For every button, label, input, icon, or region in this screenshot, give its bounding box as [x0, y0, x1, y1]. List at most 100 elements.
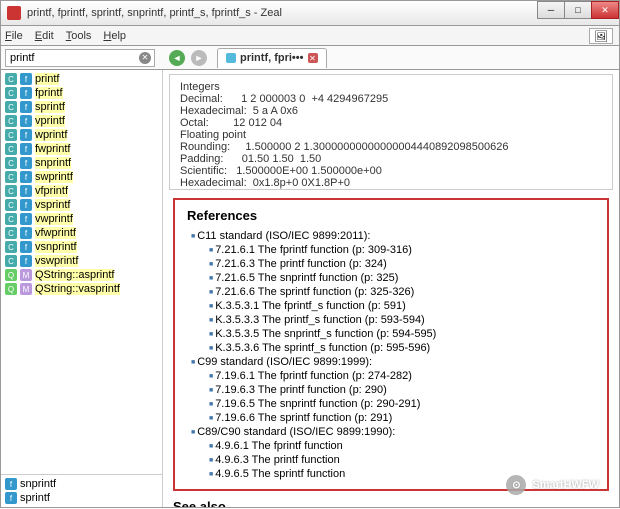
f-icon: f [20, 73, 32, 85]
wechat-icon: ⊙ [506, 475, 526, 495]
item-label: printf [35, 73, 59, 85]
tab-active[interactable]: printf, fpri••• ✕ [217, 48, 327, 68]
content-pane: IntegersDecimal: 1 2 000003 0 +4 4294967… [163, 70, 619, 507]
item-label: snprintf [20, 478, 56, 490]
item-label: vfprintf [35, 185, 68, 197]
ref-item: 7.19.6.5 The snprintf function (p: 290-2… [191, 397, 595, 411]
ref-item: 7.19.6.6 The sprintf function (p: 291) [191, 411, 595, 425]
code-output: IntegersDecimal: 1 2 000003 0 +4 4294967… [169, 74, 613, 190]
list-item[interactable]: Cfwprintf [1, 128, 162, 142]
app-icon [7, 6, 21, 20]
list-item[interactable]: Cffprintf [1, 86, 162, 100]
search-box[interactable]: ✕ [5, 49, 155, 67]
c-icon: C [5, 73, 17, 85]
maximize-button[interactable]: □ [564, 1, 592, 19]
ref-group: C11 standard (ISO/IEC 9899:2011): [191, 229, 595, 243]
watermark: ⊙ SmartHWFW [506, 475, 599, 495]
m-icon: M [20, 269, 32, 281]
window-title: printf, fprintf, sprintf, snprintf, prin… [27, 7, 282, 19]
window-buttons: ─ □ ✕ [538, 1, 619, 19]
list-item[interactable]: fsnprintf [1, 477, 162, 491]
item-label: vsnprintf [35, 241, 77, 253]
list-item[interactable]: fsprintf [1, 491, 162, 505]
ref-item: K.3.5.3.5 The snprintf_s function (p: 59… [191, 327, 595, 341]
ref-item: 7.21.6.5 The snprintf function (p: 325) [191, 271, 595, 285]
list-item[interactable]: Cfvwprintf [1, 212, 162, 226]
list-item[interactable]: QMQString::asprintf [1, 268, 162, 282]
c-icon: C [5, 157, 17, 169]
list-item[interactable]: Cfvswprintf [1, 254, 162, 268]
item-label: vwprintf [35, 213, 73, 225]
item-label: swprintf [35, 171, 73, 183]
list-item[interactable]: Cfvsprintf [1, 198, 162, 212]
f-icon: f [20, 255, 32, 267]
menu-edit[interactable]: Edit [35, 30, 54, 42]
see-also: See also wprintf(C95)fwprintf(C95)swprin… [173, 499, 609, 507]
ref-item: 4.9.6.1 The fprintf function [191, 439, 595, 453]
sidebar: CfprintfCffprintfCfsprintfCfvprintfCfwpr… [1, 70, 163, 507]
list-item[interactable]: Cfsnprintf [1, 156, 162, 170]
item-label: vswprintf [35, 255, 78, 267]
c-icon: C [5, 199, 17, 211]
list-item[interactable]: Cfprintf [1, 72, 162, 86]
c-icon: C [5, 143, 17, 155]
c-icon: C [5, 115, 17, 127]
menubar: File Edit Tools Help 🖼 [0, 26, 620, 46]
item-label: sprintf [20, 492, 50, 504]
f-icon: f [5, 492, 17, 504]
ref-item: 7.21.6.3 The printf function (p: 324) [191, 257, 595, 271]
item-label: fprintf [35, 87, 63, 99]
list-item[interactable]: Cfvfwprintf [1, 226, 162, 240]
ref-item: K.3.5.3.3 The printf_s function (p: 593-… [191, 313, 595, 327]
c-icon: C [5, 129, 17, 141]
close-button[interactable]: ✕ [591, 1, 619, 19]
ref-item: 7.19.6.1 The fprintf function (p: 274-28… [191, 369, 595, 383]
toolbar: ✕ ◄ ► printf, fpri••• ✕ [0, 46, 620, 70]
f-icon: f [20, 213, 32, 225]
q-icon: Q [5, 283, 17, 295]
c-icon: C [5, 171, 17, 183]
picture-icon[interactable]: 🖼 [589, 28, 613, 44]
references-box: References C11 standard (ISO/IEC 9899:20… [173, 198, 609, 491]
f-icon: f [20, 87, 32, 99]
list-item[interactable]: Cfswprintf [1, 170, 162, 184]
item-label: snprintf [35, 157, 71, 169]
search-input[interactable] [10, 52, 130, 64]
item-label: vfwprintf [35, 227, 76, 239]
list-item[interactable]: Cfvprintf [1, 114, 162, 128]
f-icon: f [20, 143, 32, 155]
f-icon: f [20, 185, 32, 197]
back-button[interactable]: ◄ [169, 50, 185, 66]
references-heading: References [187, 208, 595, 223]
f-icon: f [20, 129, 32, 141]
c-icon: C [5, 185, 17, 197]
c-icon: C [5, 255, 17, 267]
tab-close-icon[interactable]: ✕ [308, 53, 318, 63]
item-label: sprintf [35, 101, 65, 113]
forward-button[interactable]: ► [191, 50, 207, 66]
list-item[interactable]: Cfvsnprintf [1, 240, 162, 254]
menu-file[interactable]: File [5, 30, 23, 42]
list-item[interactable]: Cfsprintf [1, 100, 162, 114]
ref-item: 4.9.6.3 The printf function [191, 453, 595, 467]
ref-item: 7.19.6.3 The printf function (p: 290) [191, 383, 595, 397]
ref-item: K.3.5.3.6 The sprintf_s function (p: 595… [191, 341, 595, 355]
ref-group: C99 standard (ISO/IEC 9899:1999): [191, 355, 595, 369]
list-item[interactable]: Cffwprintf [1, 142, 162, 156]
list-item[interactable]: Cfvfprintf [1, 184, 162, 198]
clear-search-icon[interactable]: ✕ [139, 52, 151, 64]
f-icon: f [5, 478, 17, 490]
c-icon: C [5, 227, 17, 239]
f-icon: f [20, 241, 32, 253]
item-label: wprintf [35, 129, 67, 141]
minimize-button[interactable]: ─ [537, 1, 565, 19]
c-icon: C [5, 101, 17, 113]
item-label: QString::vasprintf [35, 283, 120, 295]
list-item[interactable]: QMQString::vasprintf [1, 282, 162, 296]
results-section-2: fsnprintffsprintf [1, 474, 162, 507]
f-icon: f [20, 199, 32, 211]
item-label: vprintf [35, 115, 65, 127]
menu-tools[interactable]: Tools [66, 30, 92, 42]
f-icon: f [20, 171, 32, 183]
menu-help[interactable]: Help [103, 30, 126, 42]
